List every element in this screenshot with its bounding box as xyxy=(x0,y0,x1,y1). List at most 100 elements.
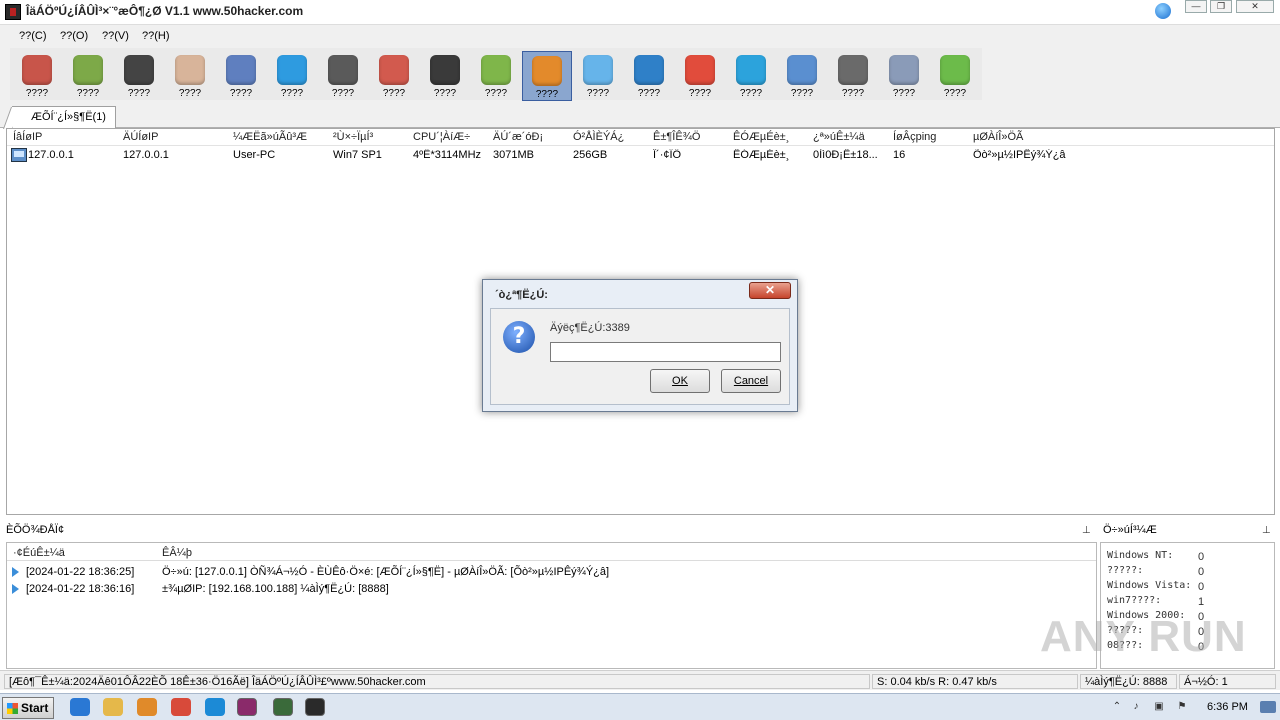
cancel-button[interactable]: Cancel xyxy=(721,369,781,393)
download-icon xyxy=(481,55,511,85)
volume-icon[interactable]: ♪ xyxy=(1130,701,1142,713)
remote-control-app-icon[interactable] xyxy=(305,698,325,716)
table-cell: 127.0.0.1 xyxy=(123,149,169,161)
toolbar-button-label: ???? xyxy=(739,88,763,99)
title-bar: ÎäÁÖºÚ¿ÍÂÛÌ³×¨°æÔ¶¿Ø V1.1 www.50hacker.c… xyxy=(0,0,1280,24)
log-row[interactable]: [2024-01-22 18:36:25] Ö÷»ú: [127.0.0.1] … xyxy=(7,565,1096,582)
tab-strip: ÆÕÍ¨¿Í»§¶Ë(1) xyxy=(0,102,1280,128)
column-header[interactable]: µØÀíÎ»ÖÃ xyxy=(973,129,1123,145)
menu-item-v[interactable]: ??(V) xyxy=(102,30,129,42)
toolbar-button-keypad[interactable]: ???? xyxy=(165,51,215,101)
chrome-icon[interactable] xyxy=(171,698,191,716)
toolbar-button-download[interactable]: ???? xyxy=(471,51,521,101)
toolbar-button-font[interactable]: ???? xyxy=(12,51,62,101)
network-icon[interactable]: ▣ xyxy=(1153,701,1165,713)
log-panel[interactable]: ·¢ÉúÊ±¼ä ÊÂ¼þ [2024-01-22 18:36:25] Ö÷»ú… xyxy=(6,542,1097,669)
toolbar-button-star[interactable]: ???? xyxy=(522,51,572,101)
stat-row: win7????: 1 xyxy=(1107,595,1272,610)
column-header[interactable]: ÄÚÍøIP xyxy=(123,129,228,145)
toolbar-button-disk[interactable]: ???? xyxy=(63,51,113,101)
log-message: ±¾µØIP: [192.168.100.188] ¼àÌý¶Ë¿Ú: [888… xyxy=(162,583,389,595)
column-header[interactable]: ÍøÂçping xyxy=(893,129,968,145)
toolbar-button-monitor-graph[interactable]: ???? xyxy=(216,51,266,101)
media-player-icon[interactable] xyxy=(137,698,157,716)
column-header[interactable]: Ê±¶ÎÊ¾Ö xyxy=(653,129,728,145)
star-icon xyxy=(532,56,562,86)
network-app-icon[interactable] xyxy=(273,698,293,716)
toolbar-button-label: ???? xyxy=(280,88,304,99)
toolbar-button-phone[interactable]: ???? xyxy=(930,51,980,101)
anyrun-watermark: ANY RUN xyxy=(1040,612,1247,661)
log-panel-title: ÈÕÖ¾ÐÅÏ¢ xyxy=(6,524,65,536)
table-cell: 4ºË*3114MHz xyxy=(413,149,482,161)
toolbar-button-checklist[interactable]: ???? xyxy=(879,51,929,101)
status-speed: S: 0.04 kb/s R: 0.47 kb/s xyxy=(872,674,1078,689)
camera-icon xyxy=(328,55,358,85)
winrar-icon[interactable] xyxy=(237,698,257,716)
menu-item-c[interactable]: ??(C) xyxy=(19,30,47,42)
toolbar-button-globe[interactable]: ???? xyxy=(777,51,827,101)
column-header[interactable]: ¼ÆËã»úÃû³Æ xyxy=(233,129,328,145)
pin-icon[interactable]: ⊥ xyxy=(1262,525,1271,536)
host-list-header: ÍâÍøIP ÄÚÍøIP ¼ÆËã»úÃû³Æ ²Ù×÷ÏµÍ³ CPU´¦À… xyxy=(7,129,1274,146)
toolbar-button-label: ???? xyxy=(841,88,865,99)
log-entry-icon xyxy=(12,567,19,577)
port-input[interactable] xyxy=(550,342,781,362)
log-row[interactable]: [2024-01-22 18:36:16] ±¾µØIP: [192.168.1… xyxy=(7,582,1096,599)
toolbar-button-skype[interactable]: ???? xyxy=(726,51,776,101)
pin-icon[interactable]: ⊥ xyxy=(1082,525,1091,536)
status-connections: Á¬½Ó: 1 xyxy=(1179,674,1276,689)
column-header[interactable]: Ó²ÅÌÈÝÁ¿ xyxy=(573,129,648,145)
cloud-icon xyxy=(583,55,613,85)
dialog-title: ´ò¿ª¶Ë¿Ú: xyxy=(495,289,548,301)
question-icon: ? xyxy=(503,321,535,353)
folder-icon[interactable] xyxy=(103,698,123,716)
ie-icon[interactable] xyxy=(70,698,90,716)
toolbar-button-terminal[interactable]: ???? xyxy=(114,51,164,101)
minimize-button[interactable]: — xyxy=(1185,0,1207,13)
tab-normal-clients[interactable]: ÆÕÍ¨¿Í»§¶Ë(1) xyxy=(12,106,116,128)
column-header[interactable]: ²Ù×÷ÏµÍ³ xyxy=(333,129,408,145)
dialog-body: ? Äýëç¶Ë¿Ú:3389 OK Cancel xyxy=(490,308,790,405)
log-column-time[interactable]: ·¢ÉúÊ±¼ä xyxy=(13,547,65,559)
start-button[interactable]: Start xyxy=(2,697,54,719)
toolbar-button-clock[interactable]: ???? xyxy=(420,51,470,101)
stat-value: 0 xyxy=(1198,566,1205,578)
show-desktop-icon[interactable] xyxy=(1260,701,1276,713)
toolbar-button-camera[interactable]: ???? xyxy=(318,51,368,101)
toolbar-button-app-store[interactable]: ???? xyxy=(267,51,317,101)
phone-icon xyxy=(940,55,970,85)
toolbar-button-microphone[interactable]: ???? xyxy=(369,51,419,101)
toolbar-button-calendar[interactable]: ???? xyxy=(675,51,725,101)
column-header[interactable]: ÊÓÆµÉè±¸ xyxy=(733,129,808,145)
stats-panel-title: Ö÷»úÍ³¼Æ xyxy=(1103,524,1157,536)
clock[interactable]: 6:36 PM xyxy=(1207,701,1248,713)
column-header[interactable]: ÄÚ´æ´óÐ¡ xyxy=(493,129,568,145)
close-button[interactable]: ✕ xyxy=(1236,0,1274,13)
flag-icon[interactable]: ⚑ xyxy=(1176,701,1188,713)
toolbar-button-label: ???? xyxy=(892,88,916,99)
column-header[interactable]: ÍâÍøIP xyxy=(13,129,118,145)
open-port-dialog: ´ò¿ª¶Ë¿Ú: ✕ ? Äýëç¶Ë¿Ú:3389 OK Cancel xyxy=(482,279,798,412)
toolbar-button-chat[interactable]: ???? xyxy=(624,51,674,101)
status-listen-port: ¼àÌý¶Ë¿Ú: 8888 xyxy=(1080,674,1177,689)
maximize-button[interactable]: ❐ xyxy=(1210,0,1232,13)
toolbar: ????????????????????????????????????????… xyxy=(0,46,1280,102)
menu-item-o[interactable]: ??(O) xyxy=(60,30,88,42)
app-store-icon xyxy=(277,55,307,85)
tray-expand-icon[interactable]: ⌃ xyxy=(1111,701,1123,713)
globe-icon[interactable] xyxy=(1155,3,1171,19)
toolbar-button-label: ???? xyxy=(25,88,49,99)
column-header[interactable]: CPU´¦ÀíÆ÷ xyxy=(413,129,488,145)
column-header[interactable]: ¿ª»úÊ±¼ä xyxy=(813,129,888,145)
toolbar-button-settings-gear[interactable]: ???? xyxy=(828,51,878,101)
log-column-event[interactable]: ÊÂ¼þ xyxy=(162,547,192,559)
dialog-close-button[interactable]: ✕ xyxy=(749,282,791,299)
stat-value: 0 xyxy=(1198,551,1205,563)
settings-gear-icon xyxy=(838,55,868,85)
toolbar-button-cloud[interactable]: ???? xyxy=(573,51,623,101)
log-message: Ö÷»ú: [127.0.0.1] ÒÑ¾­Á¬½Ó - ÈÙÊô·Ö×é: [… xyxy=(162,566,610,578)
menu-item-h[interactable]: ??(H) xyxy=(142,30,170,42)
edge-icon[interactable] xyxy=(205,698,225,716)
ok-button[interactable]: OK xyxy=(650,369,710,393)
